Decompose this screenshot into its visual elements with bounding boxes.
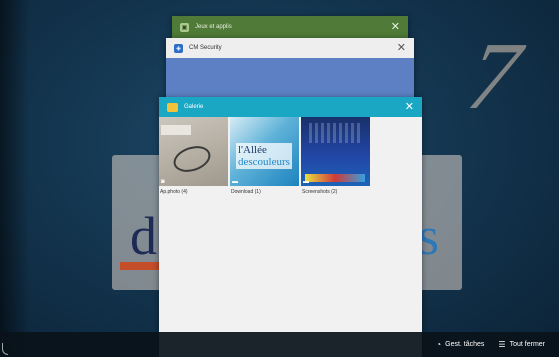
wallpaper-letter-d: d	[130, 206, 157, 266]
album-ap-photo[interactable]: ◙ Ap.photo (4)	[159, 117, 229, 198]
recent-card-jeux-et-applis[interactable]: ▣ Jeux et applis ✕	[172, 16, 408, 38]
recent-apps-bottom-bar: ◔ Gest. tâches ☰ Tout fermer	[0, 332, 559, 357]
wallpaper-seven: 7	[460, 22, 528, 129]
wallpaper-stripe	[120, 262, 160, 270]
close-all-label: Tout fermer	[509, 341, 545, 348]
card-header: Galerie ✕	[159, 97, 422, 117]
album-thumbnail: ◙	[159, 117, 228, 186]
close-all-button[interactable]: ☰ Tout fermer	[498, 340, 545, 349]
album-label: Screenshots (2)	[302, 189, 338, 195]
album-thumbnail: l'Allée descouleurs ▬	[230, 117, 299, 186]
recent-apps-screen: d s 7 ▣ Jeux et applis ✕ ◈ CM Security ✕…	[0, 0, 559, 357]
album-grid: ◙ Ap.photo (4) l'Allée descouleurs ▬ Dow…	[159, 117, 422, 198]
card-header: ◈ CM Security ✕	[166, 38, 414, 58]
thumb-screen-bar	[305, 174, 365, 182]
album-screenshots[interactable]: ▬ Screenshots (2)	[301, 117, 371, 198]
task-manager-label: Gest. tâches	[445, 341, 485, 348]
folder-icon: ▬	[303, 179, 309, 185]
card-title: Galerie	[184, 104, 204, 110]
corner-mark	[2, 343, 8, 355]
games-app-icon: ▣	[180, 22, 189, 32]
left-edge-shadow	[0, 0, 30, 357]
cm-security-app-icon: ◈	[174, 43, 183, 53]
close-icon[interactable]: ✕	[405, 101, 414, 113]
thumb-screen-grid	[309, 123, 361, 143]
close-icon[interactable]: ✕	[397, 42, 406, 54]
thumb-cable-shape	[170, 141, 214, 177]
pie-chart-icon: ◔	[436, 340, 442, 349]
recent-card-cm-security[interactable]: ◈ CM Security ✕	[166, 38, 414, 98]
thumb-device-shape	[161, 125, 191, 135]
card-title: CM Security	[189, 45, 222, 51]
camera-icon: ◙	[161, 179, 165, 185]
album-label: Download (1)	[231, 189, 261, 195]
thumb-logo-text: l'Allée descouleurs	[236, 143, 292, 169]
gallery-app-icon	[167, 102, 178, 112]
folder-icon: ▬	[232, 179, 238, 185]
album-download[interactable]: l'Allée descouleurs ▬ Download (1)	[230, 117, 300, 198]
album-thumbnail: ▬	[301, 117, 370, 186]
thumb-logo-line-2: descouleurs	[238, 156, 290, 168]
thumb-logo-line-1: l'Allée	[238, 144, 267, 156]
card-title: Jeux et applis	[195, 24, 232, 30]
close-all-icon: ☰	[498, 340, 506, 349]
album-label: Ap.photo (4)	[160, 189, 188, 195]
close-icon[interactable]: ✕	[391, 21, 400, 33]
card-header: ▣ Jeux et applis ✕	[172, 16, 408, 38]
task-manager-button[interactable]: ◔ Gest. tâches	[436, 340, 484, 349]
recent-card-galerie[interactable]: Galerie ✕ ◙ Ap.photo (4) l'Allée descoul…	[159, 97, 422, 357]
